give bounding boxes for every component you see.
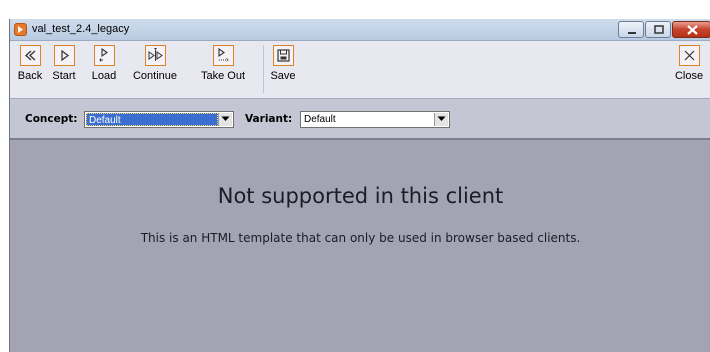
variant-label: Variant: (245, 113, 293, 125)
not-supported-heading: Not supported in this client (217, 184, 504, 208)
maximize-button[interactable] (645, 21, 671, 38)
continue-icon (144, 45, 166, 66)
save-button[interactable]: Save (268, 45, 298, 82)
maximize-icon (654, 25, 664, 34)
start-label: Start (52, 70, 76, 82)
concept-value: Default (86, 113, 218, 126)
not-supported-message: This is an HTML template that can only b… (140, 231, 581, 245)
concept-select[interactable]: Default (84, 111, 234, 128)
load-button[interactable]: Load (82, 45, 126, 82)
content-area: Not supported in this client This is an … (10, 140, 710, 352)
minimize-button[interactable] (618, 21, 644, 38)
title-bar[interactable]: val_test_2.4_legacy (10, 19, 710, 41)
save-label: Save (270, 70, 296, 82)
toolbar: Back Start Load Continue Take Out Save C… (10, 41, 710, 99)
floppy-disk-icon (272, 45, 294, 66)
load-label: Load (91, 70, 117, 82)
window-title: val_test_2.4_legacy (32, 23, 130, 35)
close-label: Close (674, 70, 704, 82)
app-window: val_test_2.4_legacy Back Start Load Cont… (9, 19, 710, 352)
minimize-icon (628, 32, 636, 34)
back-label: Back (17, 70, 43, 82)
concept-variant-bar: Concept: Default Variant: Default (10, 99, 710, 140)
toolbar-divider (263, 45, 264, 93)
concept-label: Concept: (25, 113, 78, 125)
play-icon (53, 45, 75, 66)
chevron-down-icon[interactable] (218, 113, 232, 126)
take-out-label: Take Out (200, 70, 246, 82)
app-logo-icon (14, 23, 27, 36)
close-button[interactable]: Close (672, 45, 706, 82)
variant-select[interactable]: Default (300, 111, 450, 128)
back-button[interactable]: Back (16, 45, 44, 82)
take-out-button[interactable]: Take Out (184, 45, 262, 82)
load-icon (93, 45, 115, 66)
start-button[interactable]: Start (46, 45, 82, 82)
continue-label: Continue (132, 70, 178, 82)
close-x-icon (678, 45, 700, 66)
rewind-icon (19, 45, 41, 66)
close-icon (687, 25, 698, 35)
chevron-down-icon[interactable] (434, 113, 448, 126)
take-out-icon (212, 45, 234, 66)
continue-button[interactable]: Continue (126, 45, 184, 82)
variant-value: Default (304, 114, 336, 125)
window-close-button[interactable] (672, 21, 710, 38)
